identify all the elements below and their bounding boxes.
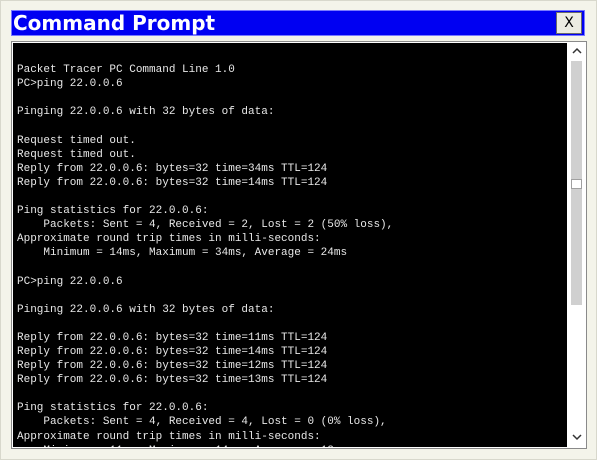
close-button[interactable]: X xyxy=(556,12,582,34)
console-line: Reply from 22.0.0.6: bytes=32 time=14ms … xyxy=(17,176,328,189)
console-line: Ping statistics for 22.0.0.6: xyxy=(17,402,209,415)
console-line: Reply from 22.0.0.6: bytes=32 time=12ms … xyxy=(17,360,328,373)
command-prompt-window: Command Prompt X Packet Tracer PC Comman… xyxy=(0,0,597,460)
console-frame: Packet Tracer PC Command Line 1.0 PC>pin… xyxy=(11,41,587,449)
console-line: Reply from 22.0.0.6: bytes=32 time=11ms … xyxy=(17,331,328,344)
console-line: Minimum = 14ms, Maximum = 34ms, Average … xyxy=(17,247,348,260)
window-title: Command Prompt xyxy=(13,11,216,35)
console-line: Packets: Sent = 4, Received = 2, Lost = … xyxy=(17,219,394,232)
console-line: Request timed out. xyxy=(17,134,136,147)
scroll-thumb[interactable] xyxy=(571,179,582,189)
title-bar[interactable]: Command Prompt X xyxy=(11,10,585,36)
console-output[interactable]: Packet Tracer PC Command Line 1.0 PC>pin… xyxy=(13,43,567,447)
console-line: Minimum = 11ms, Maximum = 14ms, Average … xyxy=(17,445,347,447)
console-line: Approximate round trip times in milli-se… xyxy=(17,430,321,443)
console-line: Packets: Sent = 4, Received = 4, Lost = … xyxy=(17,416,387,429)
console-line: Approximate round trip times in milli-se… xyxy=(17,233,321,246)
console-text: Packet Tracer PC Command Line 1.0 PC>pin… xyxy=(17,49,393,447)
console-line: Ping statistics for 22.0.0.6: xyxy=(17,205,209,218)
console-line: Pinging 22.0.0.6 with 32 bytes of data: xyxy=(17,106,275,119)
chevron-down-icon[interactable] xyxy=(568,430,585,446)
console-line: PC>ping 22.0.0.6 xyxy=(17,275,123,288)
chevron-up-icon[interactable] xyxy=(568,44,585,60)
vertical-scrollbar[interactable] xyxy=(568,43,585,447)
console-line: Reply from 22.0.0.6: bytes=32 time=34ms … xyxy=(17,162,328,175)
console-line: PC>ping 22.0.0.6 xyxy=(17,78,123,91)
console-line: Reply from 22.0.0.6: bytes=32 time=13ms … xyxy=(17,374,328,387)
console-line: Pinging 22.0.0.6 with 32 bytes of data: xyxy=(17,303,275,316)
console-line: Reply from 22.0.0.6: bytes=32 time=14ms … xyxy=(17,345,328,358)
console-line: Request timed out. xyxy=(17,148,136,161)
console-line: Packet Tracer PC Command Line 1.0 xyxy=(17,64,235,77)
scroll-track[interactable] xyxy=(571,61,582,305)
